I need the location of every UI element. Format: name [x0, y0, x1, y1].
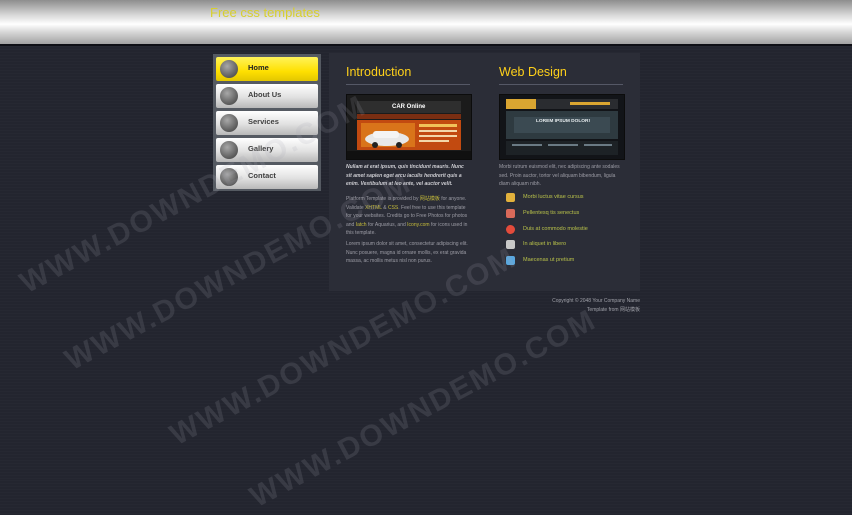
feature-item[interactable]: Morbi luctus vitae cursus [499, 192, 634, 203]
header-bar: Free css templates [0, 0, 852, 46]
car-online-thumbnail[interactable]: CAR Online [346, 94, 472, 160]
calendar-icon [506, 209, 515, 218]
watermark-text: WWW.DOWNDEMO.COM [14, 89, 372, 300]
thumbnail-caption: LOREM IPSUM DOLOR! [536, 119, 591, 124]
thumbnail-caption: CAR Online [392, 104, 426, 110]
heading-divider [499, 84, 623, 85]
watermark-text: WWW.DOWNDEMO.COM [244, 303, 602, 514]
webdesign-heading: Web Design [499, 65, 567, 79]
feature-label: Maecenas ut pretium [523, 257, 575, 263]
nav-item-label: Home [248, 63, 269, 72]
nav-item-label: Services [248, 117, 279, 126]
feature-label: Pellentesq tis senectus [523, 210, 580, 216]
nav-bullet-icon [220, 87, 238, 105]
feature-label: Duis at commodo molestie [523, 226, 588, 232]
nav-item-label: About Us [248, 90, 282, 99]
icony-link[interactable]: Icony.com [407, 222, 429, 228]
feature-item[interactable]: In aliquet in libero [499, 239, 634, 250]
footer-copyright: Copyright © 2048 Your Company Name [552, 298, 640, 304]
heading-divider [346, 84, 470, 85]
web-design-thumbnail[interactable]: LOREM IPSUM DOLOR! [499, 94, 625, 160]
feature-item[interactable]: Maecenas ut pretium [499, 255, 634, 266]
site-title[interactable]: Free css templates [210, 5, 320, 20]
feature-label: Morbi luctus vitae cursus [523, 194, 584, 200]
credits-text: for Aquarius, and [367, 221, 406, 228]
webdesign-paragraph: Morbi rutrum euismod elit, nec adipiscin… [499, 164, 620, 187]
feature-item[interactable]: Pellentesq tis senectus [499, 208, 634, 219]
people-icon [506, 193, 515, 202]
nav-bullet-icon [220, 114, 238, 132]
nav-item-home[interactable]: Home [216, 57, 318, 81]
site-link[interactable]: 网站模板 [420, 196, 440, 202]
intro-lorem-paragraph: Lorem ipsum dolor sit amet, consectetur … [346, 241, 468, 264]
web-design-preview-image [500, 95, 624, 159]
nav-item-about-us[interactable]: About Us [216, 84, 318, 108]
lifebuoy-icon [506, 225, 515, 234]
feature-label: In aliquet in libero [523, 241, 567, 247]
feature-item[interactable]: Duis at commodo molestie [499, 224, 634, 235]
footer-credit[interactable]: Template from 网站模板 [587, 306, 640, 313]
nav-bullet-icon [220, 60, 238, 78]
intro-heading: Introduction [346, 65, 412, 79]
